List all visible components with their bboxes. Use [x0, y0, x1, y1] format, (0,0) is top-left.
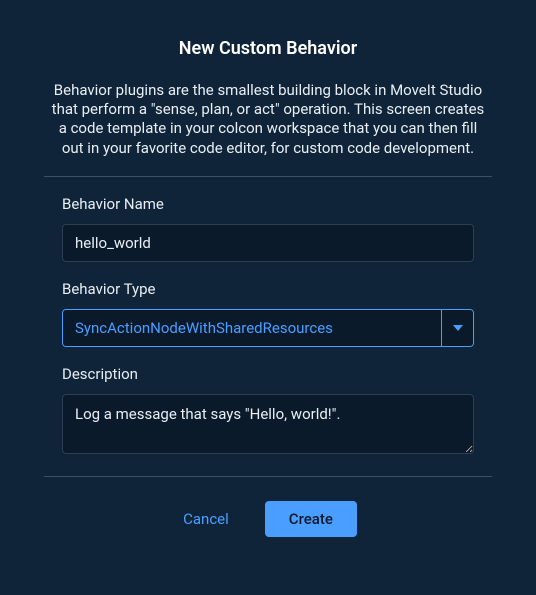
- new-behavior-dialog: New Custom Behavior Behavior plugins are…: [44, 38, 492, 537]
- create-button[interactable]: Create: [265, 501, 357, 537]
- behavior-type-value[interactable]: SyncActionNodeWithSharedResources: [63, 310, 441, 346]
- field-behavior-type: Behavior Type SyncActionNodeWithSharedRe…: [62, 280, 474, 347]
- behavior-name-input[interactable]: [62, 224, 474, 262]
- field-description: Description: [62, 365, 474, 459]
- divider-top: [44, 176, 492, 177]
- behavior-name-label: Behavior Name: [62, 195, 474, 213]
- behavior-type-select[interactable]: SyncActionNodeWithSharedResources: [62, 309, 474, 347]
- dropdown-arrow-icon[interactable]: [441, 310, 473, 346]
- dialog-actions: Cancel Create: [44, 501, 492, 537]
- divider-bottom: [44, 476, 492, 477]
- behavior-type-label: Behavior Type: [62, 280, 474, 298]
- description-label: Description: [62, 365, 474, 383]
- field-behavior-name: Behavior Name: [62, 195, 474, 262]
- description-textarea[interactable]: [62, 394, 474, 455]
- behavior-form: Behavior Name Behavior Type SyncActionNo…: [44, 195, 492, 459]
- cancel-button[interactable]: Cancel: [179, 502, 233, 536]
- dialog-title: New Custom Behavior: [44, 38, 492, 59]
- dialog-description: Behavior plugins are the smallest buildi…: [44, 81, 492, 158]
